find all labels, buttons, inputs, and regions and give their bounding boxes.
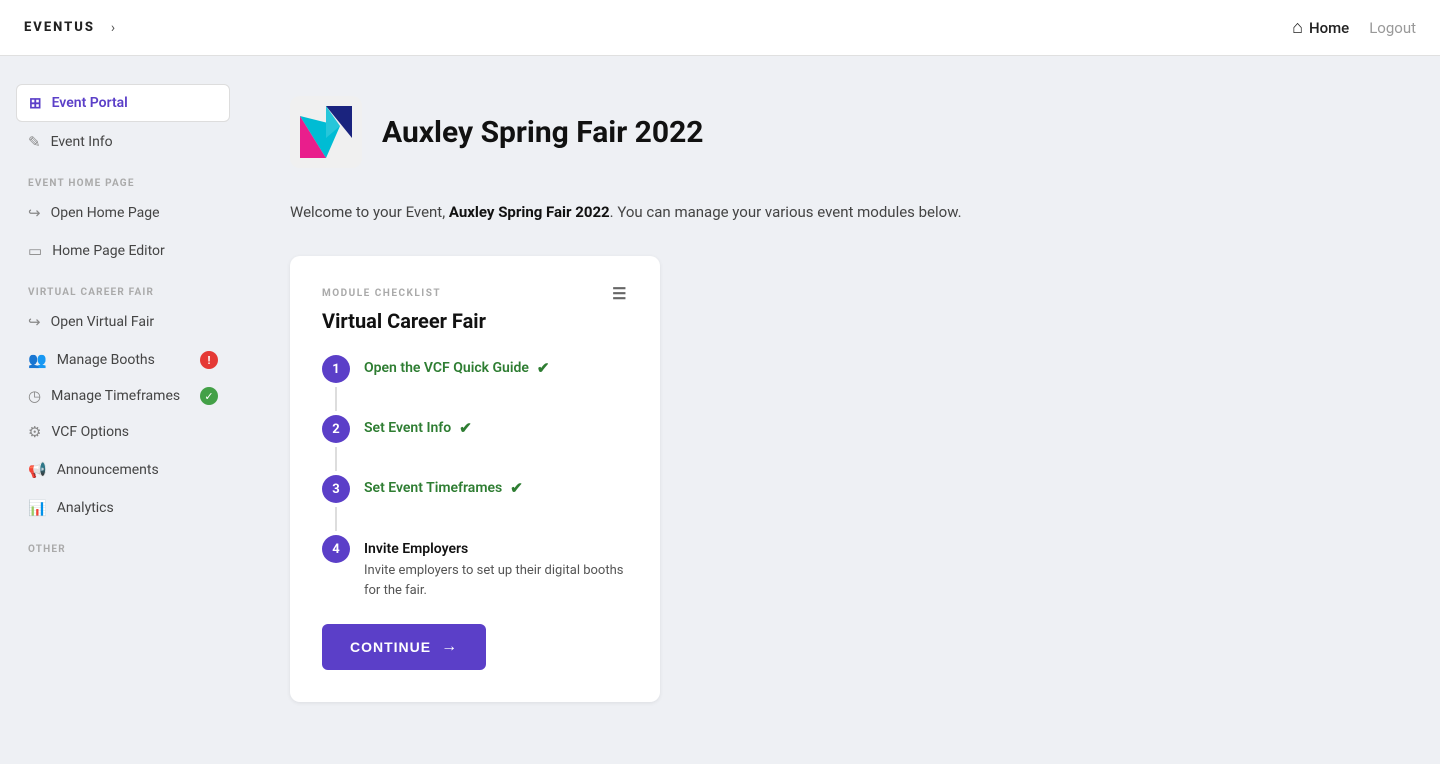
monitor-icon: ▭ xyxy=(28,242,42,260)
manage-booths-badge: ! xyxy=(200,351,218,369)
event-title: Auxley Spring Fair 2022 xyxy=(382,115,704,150)
step-3-content: Set Event Timeframes ✔ xyxy=(364,475,628,497)
step-4-left: 4 xyxy=(322,535,350,563)
navbar-right: ⌂ Home Logout xyxy=(1292,17,1416,38)
continue-arrow-icon: → xyxy=(441,638,458,656)
arrow-right-icon: ↪ xyxy=(28,204,41,222)
checklist-icon: ☰ xyxy=(612,284,628,303)
navbar-left: EVENTUS › xyxy=(24,20,115,36)
sidebar-item-label: Event Info xyxy=(51,134,113,150)
sidebar-item-label: VCF Options xyxy=(51,424,129,440)
main-content: Auxley Spring Fair 2022 Welcome to your … xyxy=(230,56,1440,764)
grid-icon: ⊞ xyxy=(29,94,42,112)
step-2-left: 2 xyxy=(322,415,350,475)
welcome-text: Welcome to your Event, Auxley Spring Fai… xyxy=(290,200,1030,224)
step-3-left: 3 xyxy=(322,475,350,535)
step-2-line xyxy=(335,447,337,471)
sidebar-item-manage-booths-row: 👥 Manage Booths ! xyxy=(16,342,230,378)
step-1-label: Open the VCF Quick Guide ✔ xyxy=(364,359,628,377)
navbar-logo: EVENTUS xyxy=(24,20,95,35)
sidebar-item-announcements[interactable]: 📢 Announcements xyxy=(16,452,230,488)
home-icon: ⌂ xyxy=(1292,17,1303,38)
module-title: Virtual Career Fair xyxy=(322,309,628,333)
sidebar-item-event-portal[interactable]: ⊞ Event Portal xyxy=(16,84,230,122)
sidebar-item-home-page-editor[interactable]: ▭ Home Page Editor xyxy=(16,233,230,269)
sidebar-item-label: Open Home Page xyxy=(51,205,160,221)
settings-icon: ⚙ xyxy=(28,423,41,441)
step-2-label: Set Event Info ✔ xyxy=(364,419,628,437)
invite-description: Invite employers to set up their digital… xyxy=(364,561,628,600)
continue-button[interactable]: CONTINUE → xyxy=(322,624,486,670)
sidebar-item-event-info[interactable]: ✎ Event Info xyxy=(16,124,230,160)
sidebar-item-open-virtual-fair[interactable]: ↪ Open Virtual Fair xyxy=(16,304,230,340)
step-2-circle: 2 xyxy=(322,415,350,443)
step-2-content: Set Event Info ✔ xyxy=(364,415,628,437)
clock-icon: ◷ xyxy=(28,387,41,405)
navbar-home-label: Home xyxy=(1309,19,1349,37)
sidebar-item-label: Home Page Editor xyxy=(52,243,165,259)
step-4-circle: 4 xyxy=(322,535,350,563)
arrow-right-icon: ↪ xyxy=(28,313,41,331)
module-checklist-label: MODULE CHECKLIST ☰ xyxy=(322,284,628,303)
users-icon: 👥 xyxy=(28,351,47,369)
step-1-line xyxy=(335,387,337,411)
edit-icon: ✎ xyxy=(28,133,41,151)
sidebar-section-vcf: VIRTUAL CAREER FAIR xyxy=(16,271,230,304)
step-1-circle: 1 xyxy=(322,355,350,383)
checklist-step-3: 3 Set Event Timeframes ✔ xyxy=(322,475,628,535)
sidebar-item-label: Open Virtual Fair xyxy=(51,314,155,330)
step-3-line xyxy=(335,507,337,531)
sidebar-item-label: Event Portal xyxy=(52,95,128,111)
checklist-step-2: 2 Set Event Info ✔ xyxy=(322,415,628,475)
sidebar-item-label: Announcements xyxy=(57,462,159,478)
welcome-event-name: Auxley Spring Fair 2022 xyxy=(449,203,610,221)
sidebar-item-label: Manage Timeframes xyxy=(51,388,180,404)
continue-label: CONTINUE xyxy=(350,639,431,655)
welcome-suffix: . You can manage your various event modu… xyxy=(610,203,962,221)
sidebar-item-manage-timeframes-row: ◷ Manage Timeframes ✓ xyxy=(16,378,230,414)
sidebar-item-vcf-options[interactable]: ⚙ VCF Options xyxy=(16,414,230,450)
checklist-step-1: 1 Open the VCF Quick Guide ✔ xyxy=(322,355,628,415)
checklist-step-4: 4 Invite Employers Invite employers to s… xyxy=(322,535,628,600)
step-3-check-icon: ✔ xyxy=(510,479,523,497)
sidebar-item-analytics[interactable]: 📊 Analytics xyxy=(16,490,230,526)
navbar-logout-button[interactable]: Logout xyxy=(1369,19,1416,37)
sidebar-section-event-home-page: EVENT HOME PAGE xyxy=(16,162,230,195)
sidebar-item-manage-booths[interactable]: 👥 Manage Booths xyxy=(16,342,200,378)
event-logo xyxy=(290,96,362,168)
step-1-check-icon: ✔ xyxy=(537,359,550,377)
step-3-circle: 3 xyxy=(322,475,350,503)
sidebar-item-open-home-page[interactable]: ↪ Open Home Page xyxy=(16,195,230,231)
step-1-left: 1 xyxy=(322,355,350,415)
manage-timeframes-badge: ✓ xyxy=(200,387,218,405)
module-card: MODULE CHECKLIST ☰ Virtual Career Fair 1… xyxy=(290,256,660,702)
bar-chart-icon: 📊 xyxy=(28,499,47,517)
navbar: EVENTUS › ⌂ Home Logout xyxy=(0,0,1440,56)
navbar-home-link[interactable]: ⌂ Home xyxy=(1292,17,1349,38)
step-2-check-icon: ✔ xyxy=(459,419,472,437)
sidebar-item-label: Analytics xyxy=(57,500,114,516)
event-header: Auxley Spring Fair 2022 xyxy=(290,96,1380,168)
checklist: 1 Open the VCF Quick Guide ✔ 2 xyxy=(322,355,628,600)
welcome-prefix: Welcome to your Event, xyxy=(290,203,449,221)
megaphone-icon: 📢 xyxy=(28,461,47,479)
sidebar-section-other: OTHER xyxy=(16,528,230,561)
sidebar-item-manage-timeframes[interactable]: ◷ Manage Timeframes xyxy=(16,378,200,414)
sidebar-item-label: Manage Booths xyxy=(57,352,155,368)
step-4-content: Invite Employers Invite employers to set… xyxy=(364,537,628,600)
step-4-label: Invite Employers xyxy=(364,541,628,557)
step-1-content: Open the VCF Quick Guide ✔ xyxy=(364,355,628,377)
navbar-expand-icon[interactable]: › xyxy=(111,20,115,36)
main-layout: ⊞ Event Portal ✎ Event Info EVENT HOME P… xyxy=(0,56,1440,764)
sidebar: ⊞ Event Portal ✎ Event Info EVENT HOME P… xyxy=(0,56,230,764)
step-3-label: Set Event Timeframes ✔ xyxy=(364,479,628,497)
